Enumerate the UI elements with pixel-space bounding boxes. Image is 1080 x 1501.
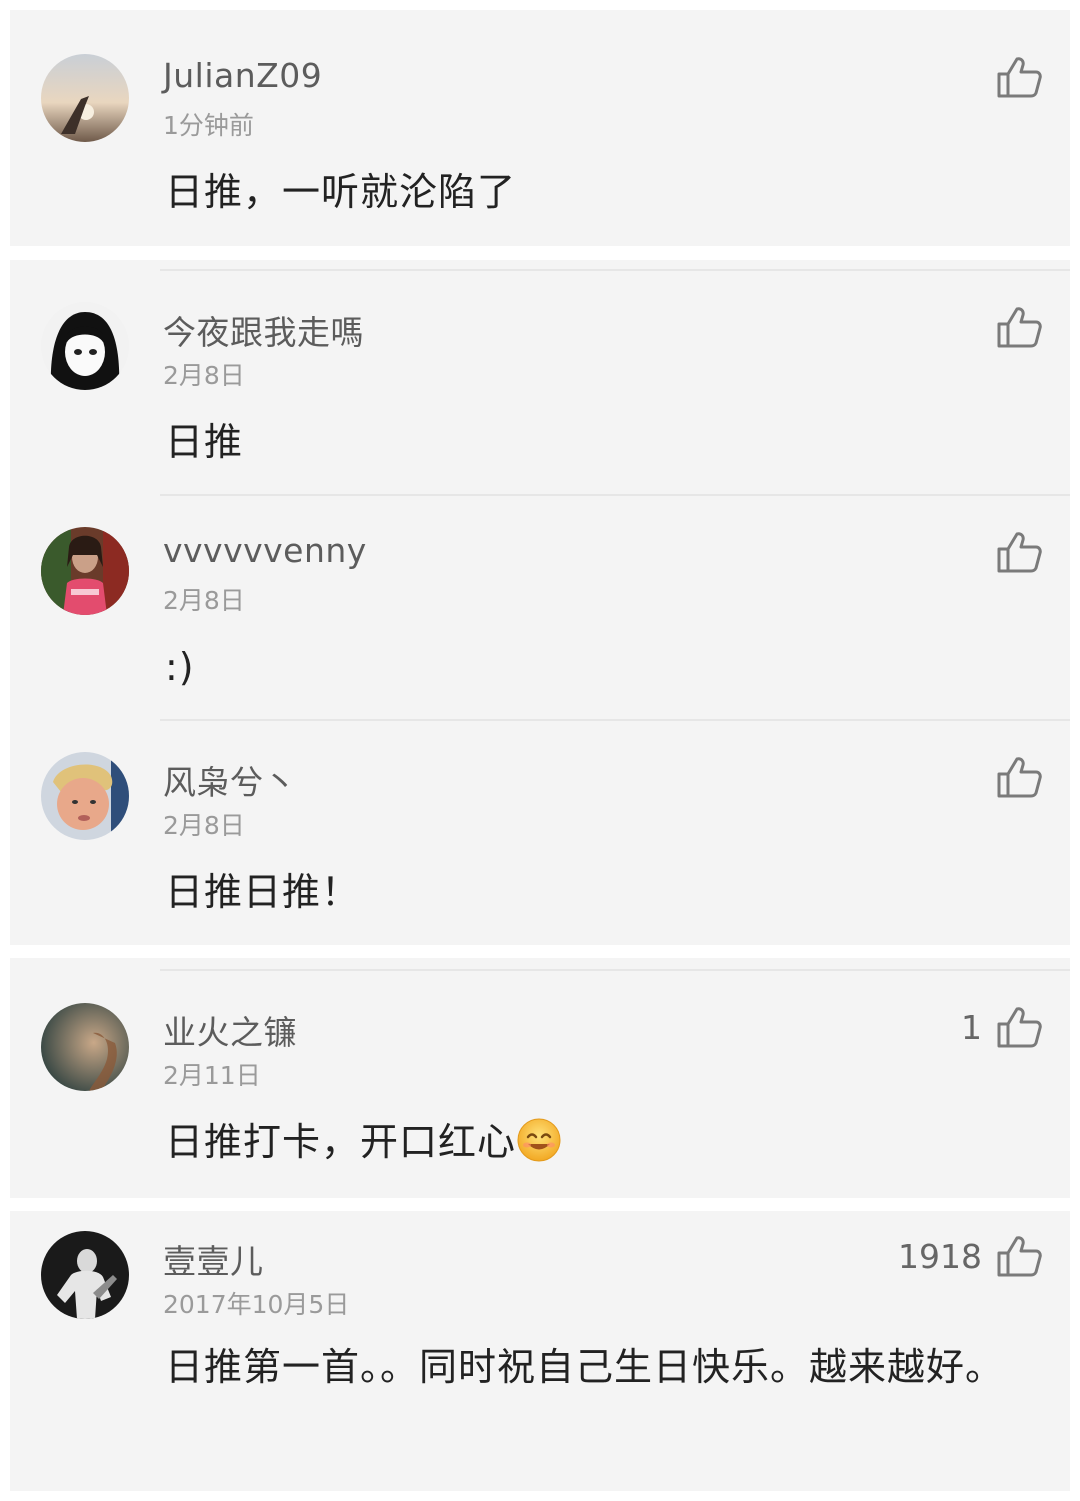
thumbs-up-icon bbox=[996, 756, 1042, 798]
thumbs-up-icon bbox=[996, 56, 1042, 98]
thumbs-up-icon bbox=[996, 306, 1042, 348]
comment-card: JulianZ09 1分钟前 日推，一听就沦陷了 bbox=[10, 10, 1070, 246]
like-button[interactable] bbox=[982, 756, 1042, 798]
username[interactable]: 风枭兮丶 bbox=[163, 756, 297, 804]
avatar[interactable] bbox=[41, 527, 129, 615]
comment-text: 日推 bbox=[165, 420, 244, 464]
thumbs-up-icon bbox=[996, 1235, 1042, 1277]
comment-text: 日推，一听就沦陷了 bbox=[165, 170, 517, 214]
comment-item: 风枭兮丶 2月8日 日推日推！ bbox=[10, 710, 1070, 945]
comment-time: 2017年10月5日 bbox=[163, 1290, 350, 1319]
comment-text: :) bbox=[165, 645, 195, 689]
comment-text: 日推日推！ bbox=[165, 870, 361, 914]
smile-emoji-icon bbox=[516, 1117, 562, 1163]
avatar[interactable] bbox=[41, 1003, 129, 1091]
thumbs-up-icon bbox=[996, 1006, 1042, 1048]
comment-item: vvvvvvenny 2月8日 :) bbox=[10, 485, 1070, 710]
comment-card: 今夜跟我走嗎 2月8日 日推 vvvvvvenny 2月8日 :) 风枭兮丶 2… bbox=[10, 260, 1070, 945]
comment-item: 壹壹儿 2017年10月5日 日推第一首。。同时祝自己生日快乐。越来越好。 19… bbox=[10, 1211, 1070, 1491]
avatar[interactable] bbox=[41, 54, 129, 142]
comment-item: 业火之镰 2月11日 日推打卡，开口红心 1 bbox=[10, 958, 1070, 1198]
comment-text: 日推第一首。。同时祝自己生日快乐。越来越好。 bbox=[165, 1345, 1005, 1389]
like-count: 1918 bbox=[898, 1236, 982, 1276]
comment-time: 2月8日 bbox=[163, 361, 245, 390]
like-button[interactable] bbox=[982, 306, 1042, 348]
like-button[interactable]: 1918 bbox=[898, 1235, 1042, 1277]
comment-text: 日推打卡，开口红心 bbox=[165, 1110, 1015, 1174]
username[interactable]: 业火之镰 bbox=[163, 1006, 297, 1054]
like-button[interactable]: 1 bbox=[961, 1006, 1042, 1048]
like-button[interactable] bbox=[982, 531, 1042, 573]
comment-item: 今夜跟我走嗎 2月8日 日推 bbox=[10, 260, 1070, 495]
comment-time: 1分钟前 bbox=[163, 111, 254, 140]
username[interactable]: JulianZ09 bbox=[163, 56, 322, 95]
username[interactable]: 壹壹儿 bbox=[163, 1235, 264, 1283]
avatar[interactable] bbox=[41, 302, 129, 390]
like-count: 1 bbox=[961, 1007, 982, 1047]
comment-time: 2月11日 bbox=[163, 1061, 261, 1090]
username[interactable]: vvvvvvenny bbox=[163, 531, 367, 570]
like-button[interactable] bbox=[982, 56, 1042, 98]
comment-time: 2月8日 bbox=[163, 586, 245, 615]
comment-card: 壹壹儿 2017年10月5日 日推第一首。。同时祝自己生日快乐。越来越好。 19… bbox=[10, 1211, 1070, 1491]
comment-card: 业火之镰 2月11日 日推打卡，开口红心 1 bbox=[10, 958, 1070, 1198]
username[interactable]: 今夜跟我走嗎 bbox=[163, 306, 364, 354]
comment-text-body: 日推打卡，开口红心 bbox=[165, 1120, 517, 1164]
comment-time: 2月8日 bbox=[163, 811, 245, 840]
comment-item: JulianZ09 1分钟前 日推，一听就沦陷了 bbox=[10, 10, 1070, 246]
avatar[interactable] bbox=[41, 1231, 129, 1319]
avatar[interactable] bbox=[41, 752, 129, 840]
thumbs-up-icon bbox=[996, 531, 1042, 573]
